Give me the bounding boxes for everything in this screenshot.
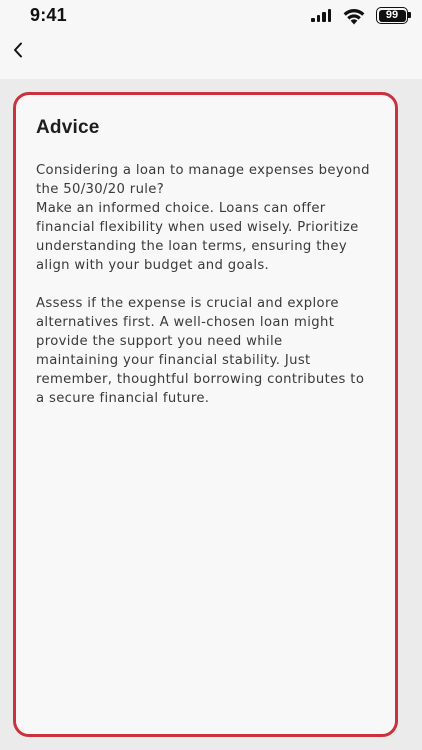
advice-body: Considering a loan to manage expenses be… xyxy=(36,161,375,408)
advice-screen: 9:41 99 Advice Considering a loan to man… xyxy=(0,0,422,750)
advice-title: Advice xyxy=(36,117,100,138)
wifi-icon xyxy=(343,9,365,25)
advice-paragraph: Assess if the expense is crucial and exp… xyxy=(36,296,365,406)
back-button[interactable] xyxy=(8,38,28,62)
navigation-bar xyxy=(0,34,422,79)
chevron-left-icon xyxy=(14,42,22,58)
battery-icon: 99 xyxy=(376,7,408,24)
status-bar: 9:41 99 xyxy=(0,0,422,34)
battery-cap xyxy=(408,12,411,18)
battery-level: 99 xyxy=(378,9,406,22)
advice-card: Advice Considering a loan to manage expe… xyxy=(13,92,398,737)
cellular-signal-icon xyxy=(311,9,333,22)
status-time: 9:41 xyxy=(30,5,67,25)
advice-paragraph: Considering a loan to manage expenses be… xyxy=(36,163,370,273)
